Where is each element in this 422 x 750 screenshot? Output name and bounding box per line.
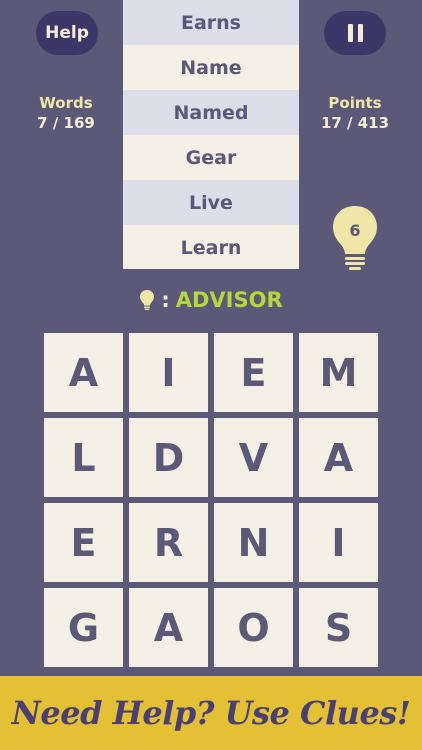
found-word: Earns (123, 0, 299, 45)
found-word: Name (123, 45, 299, 90)
letter-tile[interactable]: A (129, 588, 208, 667)
letter-tile[interactable]: R (129, 503, 208, 582)
points-value: 17 / 413 (320, 114, 390, 132)
help-button[interactable]: Help (36, 11, 98, 55)
letter-tile[interactable]: A (44, 333, 123, 412)
lightbulb-icon (140, 290, 155, 310)
letter-tile[interactable]: A (299, 418, 378, 497)
letter-tile[interactable]: E (44, 503, 123, 582)
words-value: 7 / 169 (37, 114, 95, 132)
clue-word: ADVISOR (175, 288, 283, 312)
found-word: Gear (123, 135, 299, 180)
clue-line: : ADVISOR (0, 288, 422, 312)
letter-grid: A I E M L D V A E R N I G A O S (44, 333, 378, 667)
clue-separator: : (161, 288, 170, 312)
lightbulb-icon: 6 (333, 206, 377, 270)
promo-banner-text: Need Help? Use Clues! (11, 694, 411, 732)
letter-tile[interactable]: N (214, 503, 293, 582)
letter-tile[interactable]: G (44, 588, 123, 667)
letter-tile[interactable]: I (299, 503, 378, 582)
pause-button[interactable] (324, 11, 386, 55)
letter-tile[interactable]: L (44, 418, 123, 497)
found-word: Named (123, 90, 299, 135)
letter-tile[interactable]: M (299, 333, 378, 412)
words-counter: Words 7 / 169 (21, 93, 111, 133)
found-word: Learn (123, 225, 299, 269)
hint-button[interactable]: 6 (330, 203, 380, 271)
found-words-list[interactable]: Earns Name Named Gear Live Learn (123, 0, 299, 269)
pause-icon (347, 24, 363, 42)
letter-tile[interactable]: S (299, 588, 378, 667)
promo-banner: Need Help? Use Clues! (0, 676, 422, 750)
words-label: Words (39, 94, 93, 112)
letter-tile[interactable]: E (214, 333, 293, 412)
help-button-label: Help (45, 23, 89, 43)
letter-tile[interactable]: D (129, 418, 208, 497)
letter-tile[interactable]: I (129, 333, 208, 412)
points-counter: Points 17 / 413 (310, 93, 400, 133)
hint-count: 6 (349, 221, 360, 240)
letter-tile[interactable]: O (214, 588, 293, 667)
points-label: Points (328, 94, 382, 112)
letter-tile[interactable]: V (214, 418, 293, 497)
found-word: Live (123, 180, 299, 225)
